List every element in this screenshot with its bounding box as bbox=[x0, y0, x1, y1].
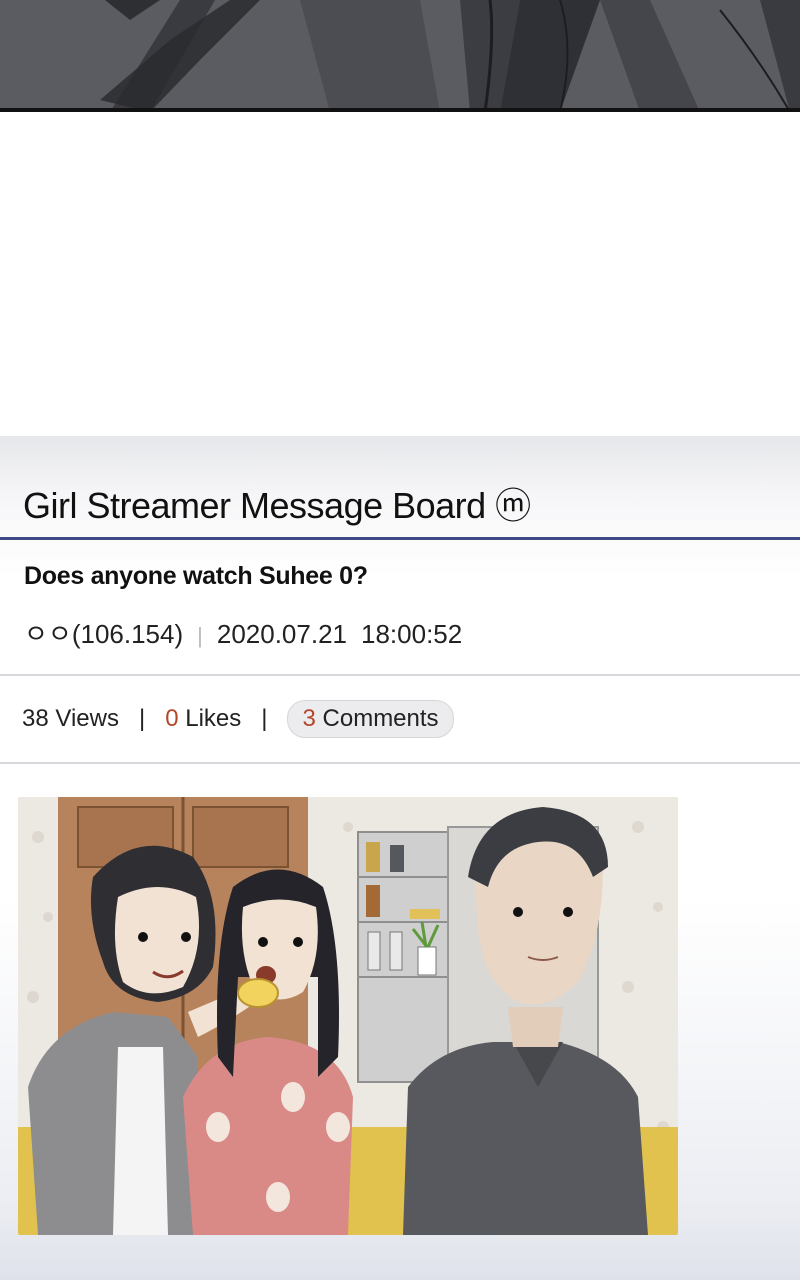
likes-button[interactable]: 0 Likes bbox=[165, 705, 241, 733]
stats-divider: | bbox=[261, 705, 268, 732]
board-title[interactable]: Girl Streamer Message Board ⓜ bbox=[23, 477, 531, 529]
post-title[interactable]: Does anyone watch Suhee 0? bbox=[24, 562, 368, 591]
divider bbox=[0, 762, 800, 764]
blank-gutter bbox=[0, 112, 800, 436]
comic-panel-top bbox=[0, 0, 800, 112]
comments-count: 3 bbox=[302, 705, 316, 732]
post-date: 2020.07.21 bbox=[216, 619, 347, 649]
post-time: 18:00:52 bbox=[361, 619, 463, 649]
post-image[interactable] bbox=[18, 797, 678, 1235]
post-meta: ㅇㅇ(106.154) | 2020.07.21 18:00:52 bbox=[24, 614, 462, 651]
likes-count: 0 bbox=[165, 705, 179, 732]
post-stats: 38 Views | 0 Likes | 3 Comments bbox=[22, 700, 454, 738]
post-illustration bbox=[18, 797, 678, 1235]
stats-divider: | bbox=[138, 705, 146, 732]
comments-label: Comments bbox=[322, 705, 439, 732]
post-author[interactable]: ㅇㅇ(106.154) bbox=[24, 619, 183, 649]
views-count: 38 Views bbox=[22, 705, 119, 732]
meta-separator: | bbox=[197, 623, 203, 648]
comic-art-top bbox=[0, 0, 800, 108]
divider bbox=[0, 674, 800, 676]
comments-button[interactable]: 3 Comments bbox=[287, 700, 454, 738]
title-divider bbox=[0, 537, 800, 540]
likes-label: Likes bbox=[185, 705, 242, 732]
